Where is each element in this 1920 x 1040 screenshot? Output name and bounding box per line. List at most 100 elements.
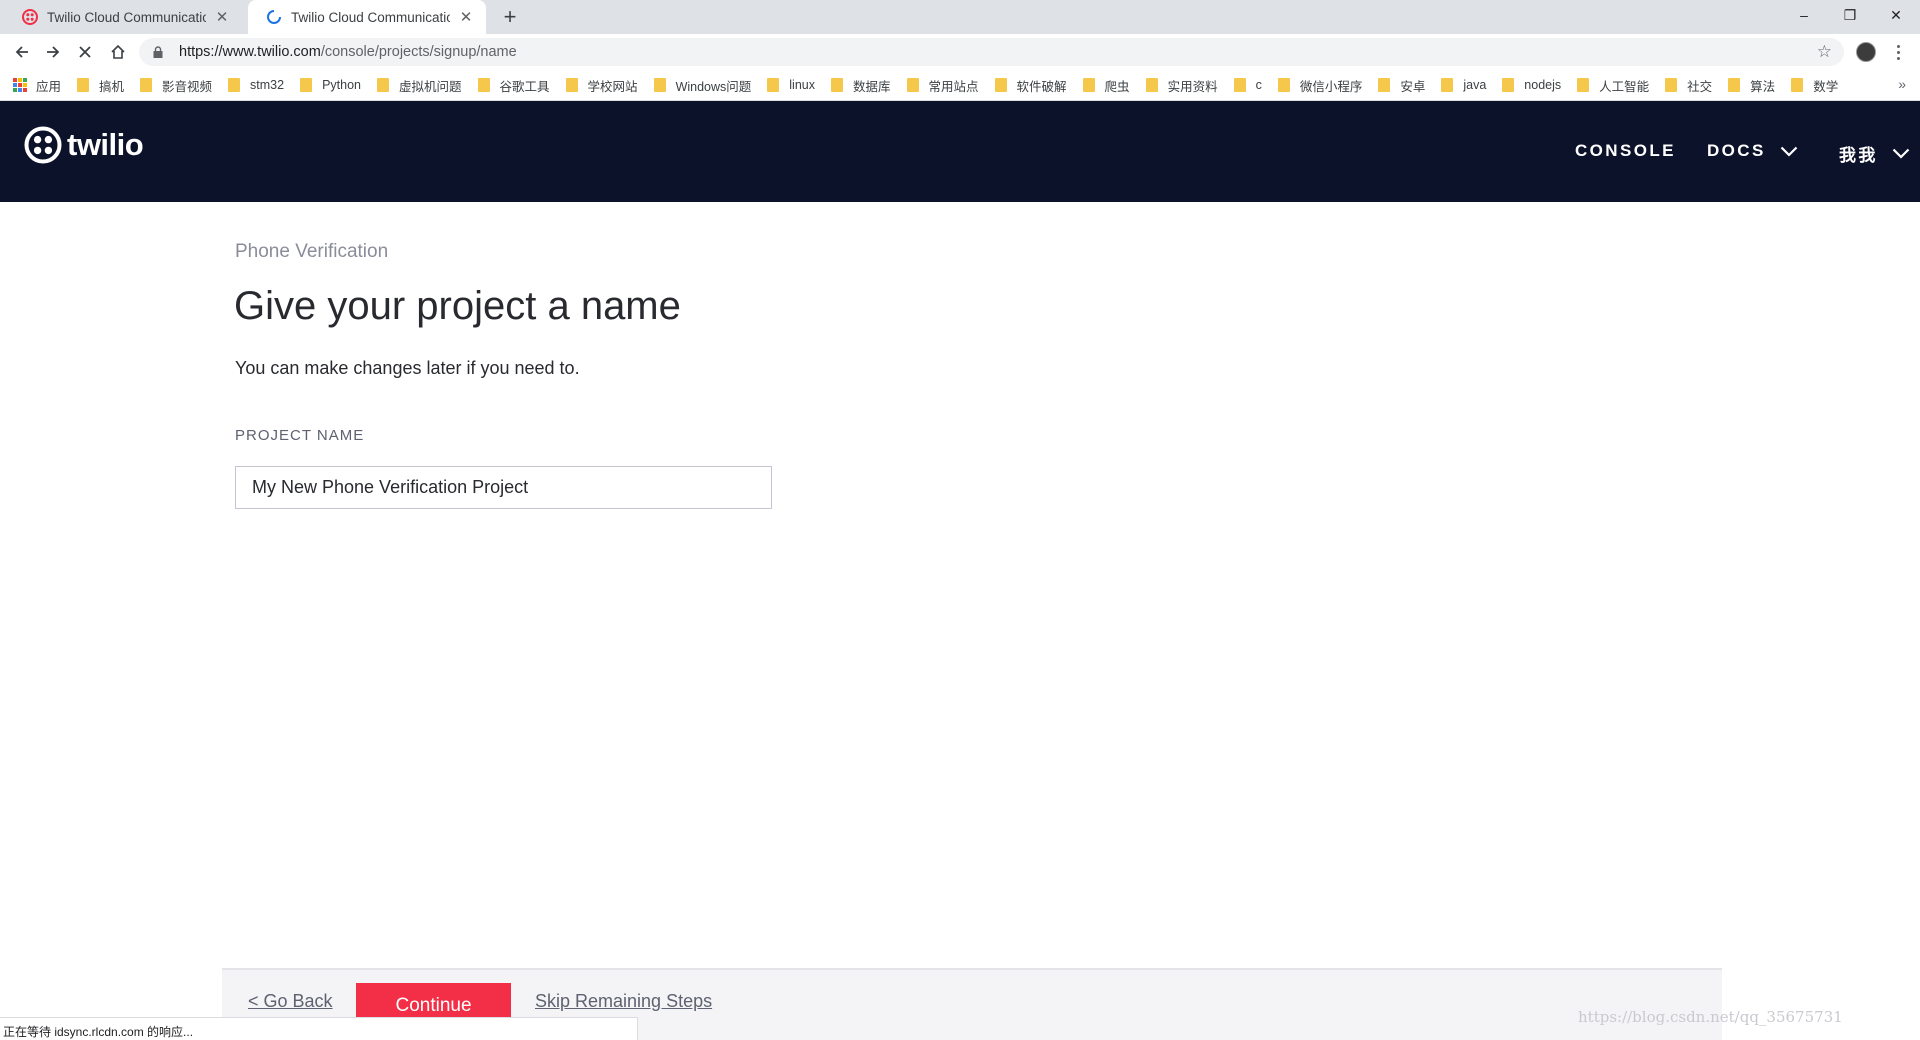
apps-grid-icon: [13, 78, 27, 92]
chevron-down-icon: [1780, 146, 1797, 157]
project-name-input[interactable]: [235, 466, 772, 509]
bookmark-folder[interactable]: 数学: [1791, 76, 1838, 95]
url-text[interactable]: https://www.twilio.com/console/projects/…: [179, 44, 517, 60]
twilio-logo[interactable]: twilio: [24, 126, 144, 164]
address-bar[interactable]: https://www.twilio.com/console/projects/…: [139, 38, 1844, 66]
tab-title: Twilio Cloud Communications: [47, 9, 206, 25]
bookmark-folder[interactable]: 爬虫: [1082, 76, 1130, 95]
nav-user-label: 我我: [1839, 146, 1878, 165]
bookmark-folder[interactable]: Python: [300, 78, 361, 92]
folder-icon: [1378, 78, 1391, 92]
bookmark-folder[interactable]: nodejs: [1502, 78, 1561, 92]
home-icon[interactable]: [106, 40, 130, 64]
nav-console[interactable]: CONSOLE: [1575, 141, 1676, 161]
bookmark-folder[interactable]: 谷歌工具: [477, 76, 550, 95]
bookmark-folder[interactable]: Windows问题: [653, 76, 752, 95]
page-title: Give your project a name: [234, 284, 681, 328]
bookmark-label: 数据库: [853, 79, 891, 94]
bookmark-label: 影音视频: [162, 79, 213, 94]
browser-tab-2[interactable]: Twilio Cloud Communications ✕: [248, 0, 486, 34]
bookmark-label: 实用资料: [1167, 79, 1218, 94]
twilio-logo-icon: [24, 126, 62, 164]
bookmark-folder[interactable]: java: [1441, 78, 1486, 92]
bookmark-label: java: [1463, 78, 1487, 92]
folder-icon: [1082, 78, 1095, 92]
browser-tab-1[interactable]: Twilio Cloud Communications ✕: [4, 0, 242, 34]
folder-icon: [1728, 78, 1741, 92]
bookmarks-overflow-icon[interactable]: »: [1898, 76, 1906, 92]
bookmark-folder[interactable]: 社交: [1665, 76, 1712, 95]
bookmark-folder[interactable]: 影音视频: [140, 76, 212, 95]
bookmark-folder[interactable]: 学校网站: [565, 76, 638, 95]
bookmark-label: 搞机: [99, 79, 125, 94]
folder-icon: [1441, 78, 1454, 92]
folder-icon: [906, 78, 919, 92]
bookmark-folder[interactable]: c: [1233, 78, 1262, 92]
stop-loading-icon[interactable]: [73, 40, 97, 64]
bookmark-label: Python: [322, 78, 362, 92]
bookmark-folder[interactable]: 常用站点: [906, 76, 979, 95]
bookmark-label: 常用站点: [928, 79, 979, 94]
folder-icon: [77, 78, 90, 92]
restore-button[interactable]: ❐: [1827, 0, 1873, 30]
new-tab-button[interactable]: +: [498, 5, 522, 29]
close-tab-icon[interactable]: ✕: [214, 8, 230, 26]
bookmarks-bar: 应用 搞机 影音视频 stm32 Python 虚拟机问题 谷歌工具 学校网站 …: [0, 70, 1920, 101]
bookmark-label: 人工智能: [1599, 79, 1650, 94]
bookmark-folder[interactable]: 人工智能: [1577, 76, 1649, 95]
browser-status-bubble: 正在等待 idsync.rlcdn.com 的响应...: [0, 1017, 638, 1040]
nav-console-label: CONSOLE: [1575, 141, 1676, 160]
bookmark-folder[interactable]: stm32: [228, 78, 284, 92]
bookmark-label: 应用: [36, 79, 62, 94]
folder-icon: [831, 78, 843, 92]
back-arrow-icon[interactable]: [10, 40, 34, 64]
browser-menu-icon[interactable]: [1892, 40, 1904, 64]
site-header: twilio CONSOLE DOCS 我我: [0, 101, 1920, 202]
close-window-button[interactable]: ✕: [1873, 0, 1919, 30]
go-back-link[interactable]: < Go Back: [248, 991, 333, 1012]
bookmark-label: Windows问题: [675, 79, 752, 94]
minimize-button[interactable]: –: [1781, 0, 1827, 30]
page-subtitle: You can make changes later if you need t…: [235, 358, 580, 378]
bookmark-folder[interactable]: 安卓: [1378, 76, 1425, 95]
bookmark-label: nodejs: [1524, 78, 1562, 92]
twilio-favicon-icon: [22, 9, 38, 25]
browser-toolbar: https://www.twilio.com/console/projects/…: [0, 34, 1920, 70]
bookmark-folder[interactable]: 实用资料: [1145, 76, 1218, 95]
lock-icon[interactable]: [153, 46, 165, 58]
close-tab-icon[interactable]: ✕: [458, 8, 474, 26]
tab-strip: Twilio Cloud Communications ✕ Twilio Clo…: [0, 0, 1920, 34]
folder-icon: [1145, 78, 1158, 92]
folder-icon: [1665, 78, 1678, 92]
bookmark-star-icon[interactable]: ☆: [1817, 43, 1832, 61]
bookmark-folder[interactable]: linux: [767, 78, 815, 92]
bookmark-label: stm32: [250, 78, 285, 92]
folder-icon: [300, 78, 313, 92]
loading-spinner-icon: [266, 9, 282, 25]
folder-icon: [477, 78, 490, 92]
nav-docs-label: DOCS: [1707, 141, 1766, 160]
bookmark-folder[interactable]: 虚拟机问题: [377, 76, 462, 95]
bookmark-label: 虚拟机问题: [399, 79, 462, 94]
bookmark-folder[interactable]: 微信小程序: [1277, 76, 1362, 95]
skip-steps-link[interactable]: Skip Remaining Steps: [535, 991, 712, 1012]
folder-icon: [565, 78, 578, 92]
folder-icon: [767, 78, 780, 92]
logo-wordmark: twilio: [67, 127, 144, 162]
bookmark-folder[interactable]: 搞机: [77, 76, 124, 95]
bookmark-folder[interactable]: 软件破解: [994, 76, 1067, 95]
nav-user-menu[interactable]: 我我: [1839, 141, 1910, 166]
folder-icon: [1277, 78, 1290, 92]
bookmark-apps[interactable]: 应用: [13, 76, 61, 95]
nav-docs[interactable]: DOCS: [1707, 141, 1798, 161]
url-path: /console/projects/signup/name: [320, 44, 517, 60]
bookmark-label: 软件破解: [1016, 79, 1067, 94]
folder-icon: [228, 78, 241, 92]
bookmark-label: 爬虫: [1104, 79, 1130, 94]
bookmark-folder[interactable]: 算法: [1728, 76, 1775, 95]
bookmark-folder[interactable]: 数据库: [831, 76, 891, 95]
bookmark-label: linux: [789, 78, 815, 92]
profile-avatar[interactable]: [1856, 42, 1876, 62]
forward-arrow-icon[interactable]: [41, 40, 65, 64]
bookmark-label: c: [1255, 78, 1262, 92]
